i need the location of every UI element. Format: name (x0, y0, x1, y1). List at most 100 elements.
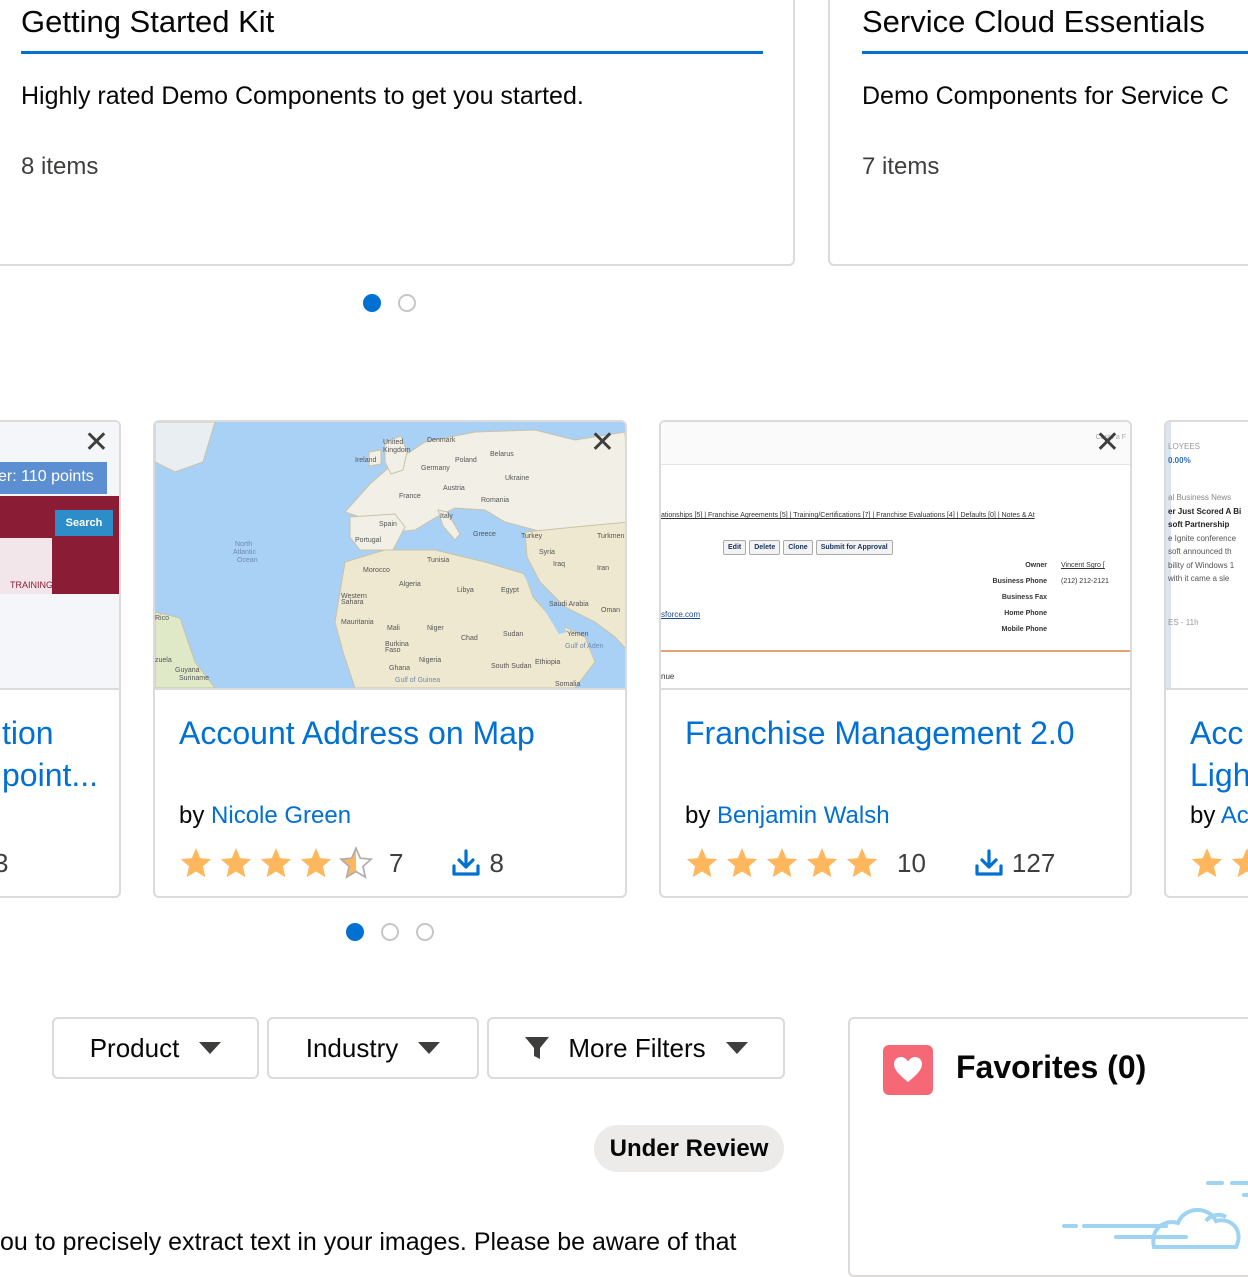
more-filters-dropdown[interactable]: More Filters (487, 1017, 785, 1079)
svg-text:zuela: zuela (155, 657, 172, 664)
card-title-line-2: point... (2, 757, 99, 793)
svg-text:Portugal: Portugal (355, 537, 382, 544)
by-label: by (685, 802, 711, 829)
card-stats: 7 8 (179, 846, 504, 880)
svg-text:Faso: Faso (385, 647, 401, 654)
collection-description: Demo Components for Service C (862, 82, 1229, 110)
thumb-line: er Just Scored A Bi (1168, 506, 1242, 516)
svg-text:Austria: Austria (443, 485, 465, 492)
svg-text:Turkey: Turkey (521, 533, 543, 540)
star-icon (806, 848, 838, 878)
star-icon (260, 848, 292, 878)
svg-text:Saudi Arabia: Saudi Arabia (549, 601, 589, 608)
card-thumbnail: LOYEES 0.00% al Business News er Just Sc… (1166, 422, 1248, 690)
card-title[interactable]: Acc Ligh (1190, 712, 1248, 796)
svg-text:North: North (235, 541, 252, 548)
star-icon (846, 848, 878, 878)
thumb-line: e Ignite conference (1168, 533, 1237, 543)
thumb-line: soft Partnership (1168, 520, 1230, 529)
thumb-button: Delete (749, 540, 781, 555)
title-underline (862, 51, 1248, 54)
svg-text:Egypt: Egypt (501, 587, 519, 594)
demo-card-partial-right[interactable]: LOYEES 0.00% al Business News er Just Sc… (1164, 420, 1248, 898)
product-filter-label: Product (89, 1032, 180, 1063)
card-title-line-2: Ligh (1190, 757, 1248, 793)
demo-card-partial-left[interactable]: er: 110 points Search TRAINING ✕ tion po… (0, 420, 121, 898)
filter-funnel-icon (524, 1035, 550, 1061)
svg-text:Sudan: Sudan (503, 631, 523, 638)
thumb-divider (661, 650, 1130, 652)
svg-text:Yemen: Yemen (567, 631, 589, 638)
card-title[interactable]: Franchise Management 2.0 (685, 712, 1075, 754)
heart-icon (883, 1045, 933, 1095)
card-thumbnail-map: North Atlantic Ocean United Kingdom Irela… (155, 422, 625, 690)
author-link[interactable]: Nicole Green (211, 802, 351, 829)
author-link[interactable]: Benjamin Walsh (717, 802, 890, 829)
download-count: 127 (1011, 847, 1056, 878)
svg-text:Spain: Spain (379, 521, 397, 528)
star-icon (180, 848, 212, 878)
close-icon[interactable]: ✕ (590, 428, 615, 458)
collection-description: Highly rated Demo Components to get you … (21, 82, 584, 110)
svg-text:Mali: Mali (387, 625, 400, 632)
svg-text:Sahara: Sahara (341, 599, 364, 606)
components-page-dot-3[interactable] (416, 923, 434, 941)
thumb-line: bility of Windows 1 (1168, 560, 1235, 570)
svg-text:Suriname: Suriname (179, 675, 209, 682)
svg-text:Niger: Niger (427, 625, 444, 632)
svg-text:Romania: Romania (481, 497, 509, 504)
svg-text:Algeria: Algeria (399, 581, 421, 588)
collection-item-count: 7 items (862, 153, 940, 180)
svg-text:Greece: Greece (473, 531, 496, 538)
industry-filter-dropdown[interactable]: Industry (267, 1017, 479, 1079)
field-value: Vincent Sgro [ (1061, 562, 1105, 569)
demo-card-franchise-management[interactable]: Custo a F ationships [5] | Franchise Agr… (659, 420, 1132, 898)
collection-card-getting-started[interactable]: Getting Started Kit Highly rated Demo Co… (0, 0, 795, 266)
thumb-news-list: LOYEES 0.00% al Business News er Just Sc… (1168, 440, 1241, 629)
thumb-line: 0.00% (1168, 455, 1191, 465)
collection-title[interactable]: Getting Started Kit (21, 4, 274, 40)
star-icon (766, 848, 798, 878)
title-underline (21, 51, 763, 54)
industry-filter-label: Industry (305, 1032, 399, 1063)
card-thumbnail: er: 110 points Search TRAINING (0, 422, 119, 690)
components-page-dot-1[interactable] (346, 923, 364, 941)
thumb-line: LOYEES (1168, 442, 1201, 451)
components-page-dot-2[interactable] (381, 923, 399, 941)
rating-count: 10 (897, 847, 926, 878)
half-star-icon (339, 846, 373, 879)
card-thumbnail-screenshot: Custo a F ationships [5] | Franchise Agr… (661, 422, 1130, 690)
star-icon (1231, 848, 1248, 878)
field-label: Owner (1025, 562, 1047, 569)
card-title[interactable]: tion point... (2, 712, 98, 796)
thumb-training-tag: TRAINING (10, 580, 54, 590)
collection-card-service-cloud[interactable]: Service Cloud Essentials Demo Components… (828, 0, 1248, 266)
card-title[interactable]: Account Address on Map (179, 712, 535, 754)
svg-text:Tunisia: Tunisia (427, 557, 449, 564)
collection-item-count: 8 items (21, 153, 99, 180)
thumb-banner-text: er: 110 points (0, 468, 94, 485)
thumb-line: soft announced th (1168, 547, 1232, 556)
svg-text:Ireland: Ireland (355, 457, 377, 464)
product-filter-dropdown[interactable]: Product (52, 1017, 259, 1079)
svg-text:Oman: Oman (601, 607, 620, 614)
demo-card-account-address-on-map[interactable]: North Atlantic Ocean United Kingdom Irela… (153, 420, 627, 898)
collections-page-dot-1[interactable] (363, 294, 381, 312)
close-icon[interactable]: ✕ (1095, 428, 1120, 458)
author-link[interactable]: Ac (1221, 802, 1248, 829)
field-value: (212) 212-2121 (1061, 578, 1109, 585)
close-icon[interactable]: ✕ (84, 428, 109, 458)
thumb-line: with it came a sle (1168, 574, 1230, 583)
star-icon (220, 848, 252, 878)
favorites-panel: Favorites (0) (848, 1017, 1248, 1277)
thumb-button: Clone (783, 540, 813, 555)
collection-title[interactable]: Service Cloud Essentials (862, 4, 1205, 40)
star-rating (685, 846, 885, 880)
svg-text:Ghana: Ghana (389, 665, 410, 672)
under-review-badge[interactable]: Under Review (594, 1125, 784, 1172)
collections-page-dot-2[interactable] (398, 294, 416, 312)
card-author-line: by Ac (1190, 802, 1248, 830)
svg-text:Rico: Rico (155, 615, 169, 622)
svg-text:Italy: Italy (440, 513, 453, 520)
body-text: ou to precisely extract text in your ima… (0, 1228, 737, 1256)
